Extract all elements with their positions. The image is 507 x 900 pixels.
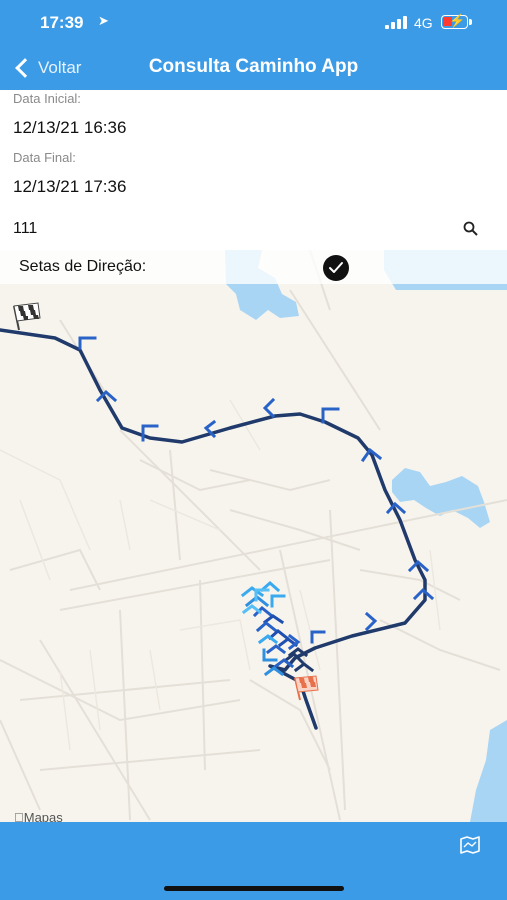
- start-date-label: Data Inicial:: [13, 91, 81, 106]
- direction-arrows-label: Setas de Direção:: [19, 258, 147, 275]
- battery-tip: [469, 19, 472, 25]
- home-indicator[interactable]: [164, 886, 344, 891]
- end-date-field[interactable]: 12/13/21 17:36: [13, 177, 126, 197]
- query-form: Data Inicial: 12/13/21 16:36 Data Final:…: [0, 90, 507, 250]
- start-date-field[interactable]: 12/13/21 16:36: [13, 118, 126, 138]
- street-grid: [0, 250, 507, 821]
- checkmark-icon: [329, 262, 343, 273]
- direction-arrows-row: Setas de Direção:: [0, 250, 507, 284]
- map-base: [0, 250, 507, 822]
- search-icon[interactable]: [462, 220, 480, 238]
- route-map[interactable]: Setas de Direção: Mapas: [0, 250, 507, 822]
- network-type: 4G: [414, 15, 433, 31]
- water-bodies: [225, 250, 507, 822]
- battery-charging-icon: ⚡: [441, 13, 468, 29]
- status-bar: 17:39 ➤ 4G ⚡: [0, 0, 507, 46]
- signal-bars-icon: [385, 16, 409, 29]
- maps-attribution: Mapas: [14, 810, 63, 822]
- navigation-bar: Voltar Consulta Caminho App: [0, 46, 507, 90]
- status-time: 17:39: [40, 13, 84, 32]
- app-header: 17:39 ➤ 4G ⚡ Voltar Consulta Caminho App: [0, 0, 507, 90]
- location-arrow-icon: ➤: [98, 13, 109, 28]
- page-title: Consulta Caminho App: [148, 56, 359, 77]
- map-icon[interactable]: [459, 836, 481, 854]
- checkered-flag-icon[interactable]: [13, 302, 41, 331]
- direction-arrows-toggle[interactable]: [323, 255, 349, 281]
- end-date-label: Data Final:: [13, 150, 76, 165]
- search-input[interactable]: 111: [13, 220, 37, 238]
- bottom-toolbar: [0, 822, 507, 900]
